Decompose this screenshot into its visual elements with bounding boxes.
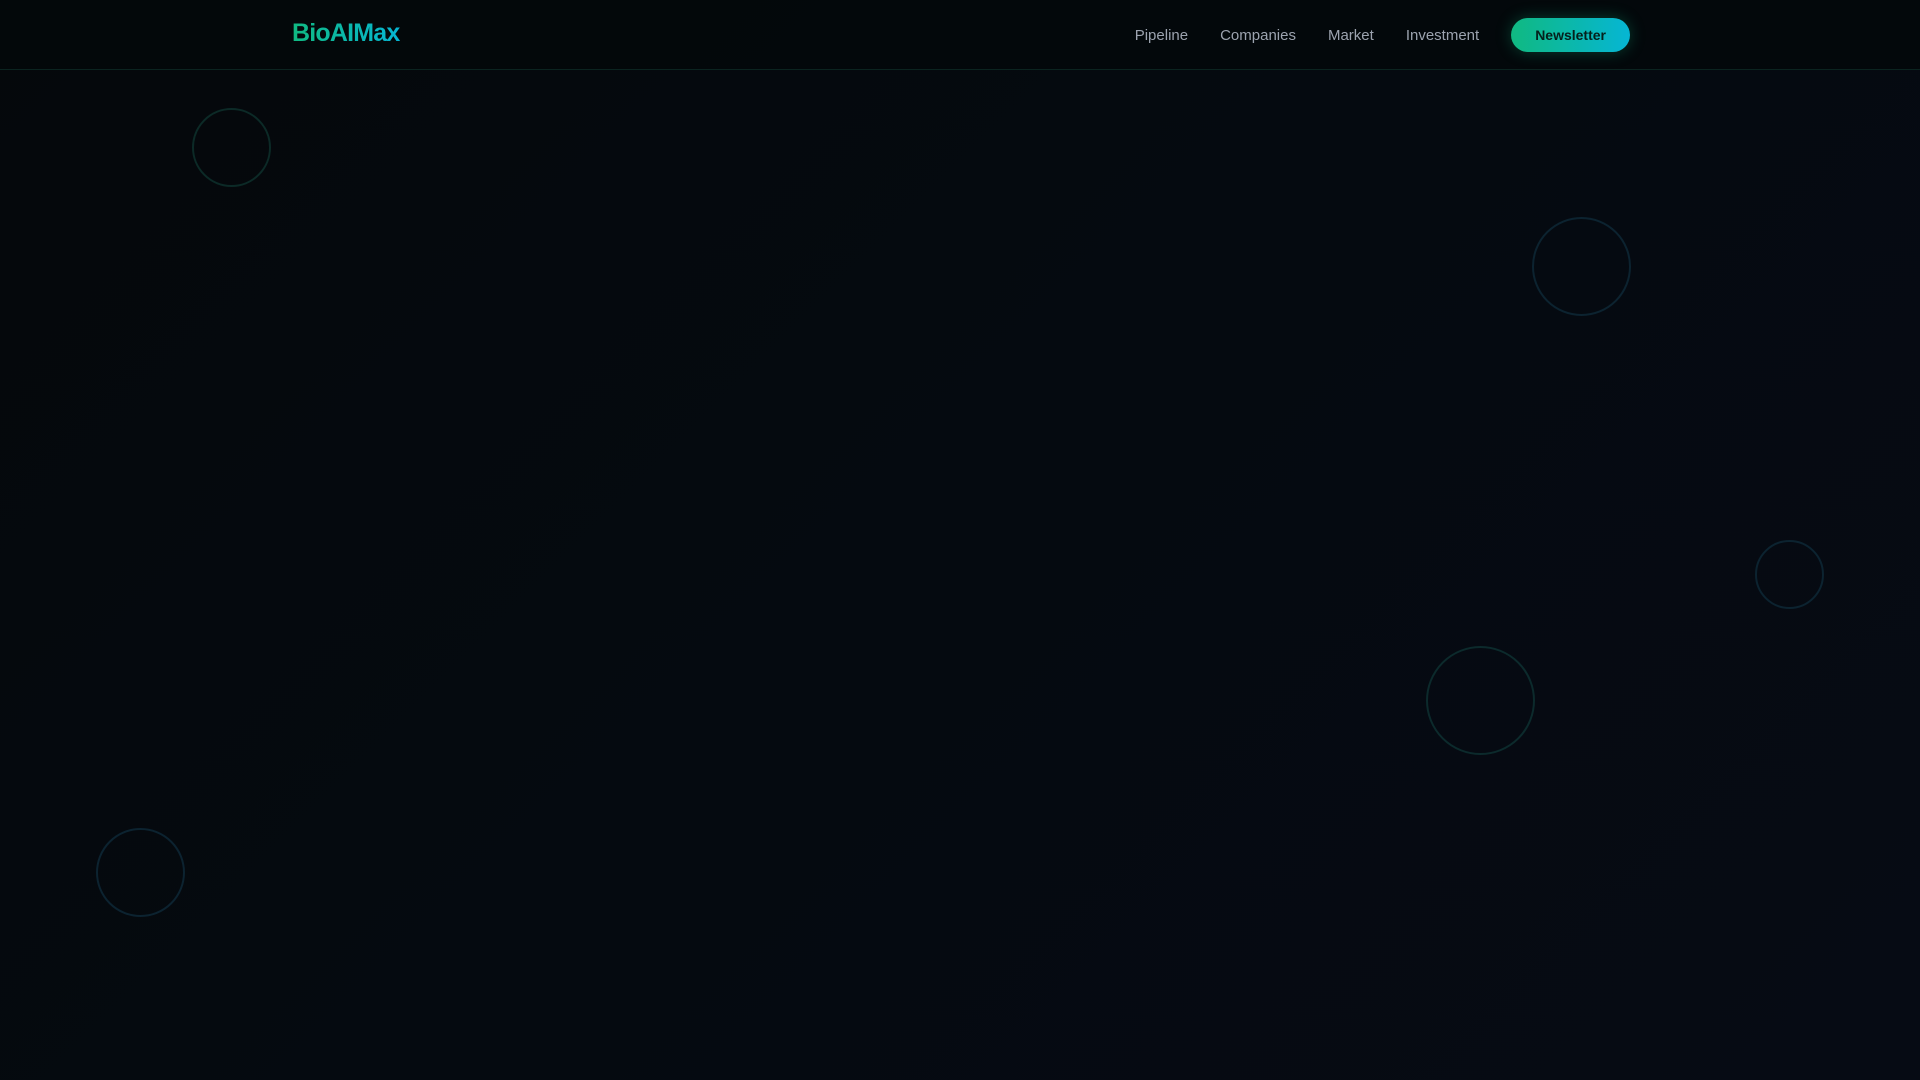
- decorative-circle: [1532, 217, 1631, 316]
- newsletter-button[interactable]: Newsletter: [1511, 18, 1630, 52]
- logo[interactable]: BioAIMax: [292, 19, 400, 48]
- decorative-circle: [1426, 646, 1535, 755]
- nav-market[interactable]: Market: [1328, 27, 1374, 44]
- nav-companies[interactable]: Companies: [1220, 27, 1296, 44]
- nav-investment[interactable]: Investment: [1406, 27, 1479, 44]
- decorative-circle: [1755, 540, 1824, 609]
- decorative-circle: [192, 108, 271, 187]
- main-nav: Pipeline Companies Market Investment New…: [1135, 18, 1630, 52]
- decorative-circle: [96, 828, 185, 917]
- site-header: BioAIMax Pipeline Companies Market Inves…: [0, 0, 1920, 70]
- nav-pipeline[interactable]: Pipeline: [1135, 27, 1188, 44]
